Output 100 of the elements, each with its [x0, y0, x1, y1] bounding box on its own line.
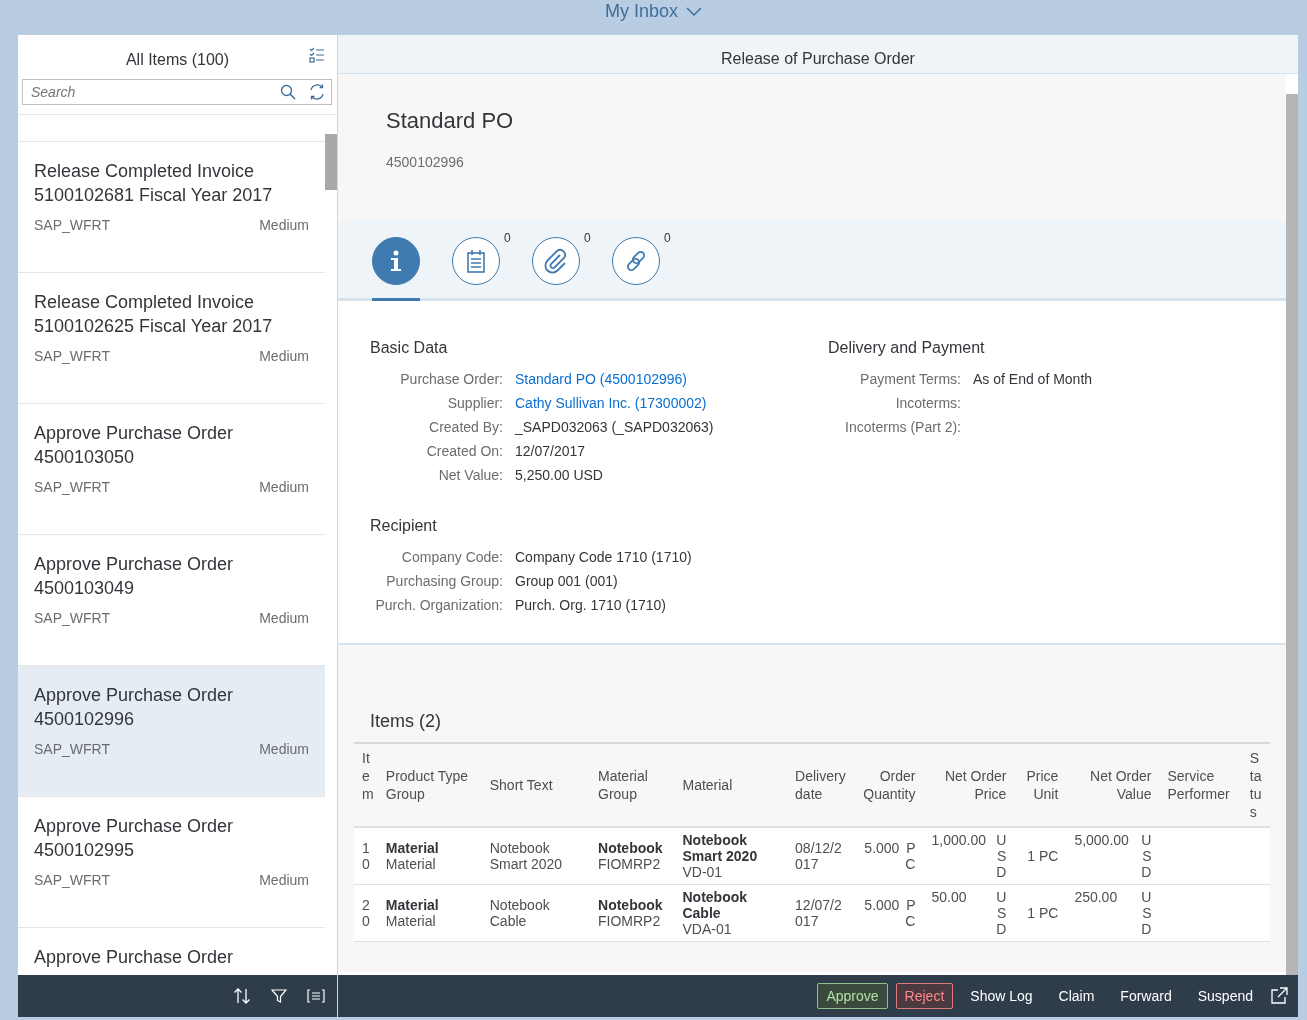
- cell-subtitle: VD-01: [682, 864, 724, 880]
- info-icon: [389, 250, 403, 272]
- cell-subtitle: VDA-01: [682, 921, 733, 937]
- scrollbar-thumb[interactable]: [325, 134, 337, 190]
- field-value: As of End of Month: [973, 371, 1093, 387]
- column-header: Delivery date: [787, 743, 857, 827]
- list-title: All Items (100): [125, 51, 230, 69]
- unit: PC: [904, 897, 916, 929]
- unit: PC: [904, 840, 916, 872]
- inbox-list-item[interactable]: Approve Purchase Order 4500102996 SAP_WFRT Medium: [18, 666, 325, 797]
- task-priority: Medium: [259, 479, 309, 495]
- task-creator: SAP_WFRT: [34, 741, 110, 757]
- search-icon[interactable]: [280, 84, 296, 100]
- action-button[interactable]: Forward: [1111, 983, 1181, 1009]
- inbox-list-item[interactable]: Approve Purchase Order 4500102995 SAP_WFRT Medium: [18, 797, 325, 928]
- action-button[interactable]: Approve: [817, 983, 888, 1009]
- field-label: Incoterms:: [894, 395, 961, 411]
- tab-count: 0: [584, 231, 591, 245]
- column-header: Status: [1248, 749, 1263, 822]
- task-title: Release Completed Invoice 5100102681 Fiscal Year 2017: [34, 160, 274, 207]
- field-value: Company Code 1710 (1710): [515, 549, 692, 565]
- task-title: Approve Purchase Order 4500103049: [34, 553, 235, 600]
- task-priority: Medium: [259, 610, 309, 626]
- multi-select-icon[interactable]: [309, 47, 325, 63]
- table-cell-text: 12/07/2017: [795, 897, 843, 929]
- scrollbar-track[interactable]: [1286, 94, 1298, 975]
- paperclip-icon: [543, 248, 569, 274]
- group-icon[interactable]: [307, 989, 325, 1003]
- table-cell: Notebook Smart 2020: [489, 840, 563, 872]
- amount: 5,000.00: [1074, 832, 1129, 850]
- table-cell-text: 08/12/2017: [795, 840, 843, 872]
- table-cell: 10: [362, 840, 370, 872]
- amount: 5.000: [864, 840, 900, 858]
- task-priority: Medium: [259, 348, 309, 364]
- task-creator: SAP_WFRT: [34, 217, 110, 233]
- field-label: Purchase Order:: [399, 371, 503, 387]
- column-header: Net Order Value: [1066, 743, 1160, 827]
- task-creator: SAP_WFRT: [34, 479, 110, 495]
- column-header: Service Performer: [1159, 743, 1242, 827]
- table-cell: 1 PC: [1027, 848, 1059, 864]
- cell-title: Notebook Cable: [682, 889, 749, 921]
- sort-icon[interactable]: [233, 987, 251, 1005]
- action-button[interactable]: Show Log: [961, 983, 1042, 1009]
- tab-count: 0: [664, 231, 671, 245]
- task-creator: SAP_WFRT: [34, 610, 110, 626]
- cell-title: Notebook: [598, 840, 664, 856]
- task-creator: SAP_WFRT: [34, 348, 110, 364]
- task-creator: SAP_WFRT: [34, 872, 110, 888]
- cell-title: Material: [385, 840, 440, 856]
- cell-subtitle: FIOMRP2: [598, 856, 662, 872]
- table-cell: 1 PC: [1027, 905, 1059, 921]
- cell-subtitle: FIOMRP2: [598, 913, 662, 929]
- column-header: Product Type Group: [377, 743, 482, 827]
- field-label: Payment Terms:: [859, 371, 961, 387]
- amount: 5.000: [864, 897, 900, 915]
- unit: USD: [995, 889, 1007, 937]
- field-label: Purch. Organization:: [374, 597, 503, 613]
- share-icon[interactable]: [1270, 987, 1288, 1005]
- cell-subtitle: Material: [385, 856, 437, 872]
- unit: USD: [1140, 889, 1152, 937]
- unit: USD: [995, 832, 1007, 880]
- task-title: Approve Purchase Order: [34, 946, 235, 969]
- field-link[interactable]: Cathy Sullivan Inc. (17300002): [515, 395, 707, 411]
- field-value: 12/07/2017: [515, 443, 586, 459]
- notepad-icon: [466, 249, 486, 273]
- field-label: Net Value:: [437, 467, 503, 483]
- action-button[interactable]: Claim: [1049, 983, 1104, 1009]
- column-header: Short Text: [481, 743, 590, 827]
- task-priority: Medium: [259, 741, 309, 757]
- refresh-icon[interactable]: [308, 83, 326, 101]
- field-link[interactable]: Standard PO (4500102996): [515, 371, 687, 387]
- object-title: Standard PO: [386, 108, 515, 134]
- inbox-list-item[interactable]: Approve Purchase Order 4500103050 SAP_WFRT Medium: [18, 404, 325, 535]
- field-label: Created On:: [425, 443, 503, 459]
- filter-icon[interactable]: [271, 988, 287, 1004]
- action-button[interactable]: Suspend: [1188, 983, 1262, 1009]
- field-label: Purchasing Group:: [385, 573, 503, 589]
- section-title: Basic Data: [370, 339, 449, 357]
- field-label: Supplier:: [446, 395, 503, 411]
- cell-subtitle: Material: [385, 913, 437, 929]
- action-button[interactable]: Reject: [895, 983, 954, 1009]
- table-title: Items (2): [369, 711, 442, 732]
- column-header: Net Order Price: [923, 743, 1015, 827]
- section-title: Recipient: [370, 517, 438, 535]
- object-number: 4500102996: [386, 154, 465, 170]
- page-title: Release of Purchase Order: [338, 35, 1298, 74]
- cell-title: Notebook: [598, 897, 664, 913]
- task-title: Release Completed Invoice 5100102625 Fiscal Year 2017: [34, 291, 274, 338]
- field-value: 5,250.00 USD: [515, 467, 603, 483]
- table-cell: 20: [362, 897, 370, 929]
- amount: 250.00: [1074, 889, 1118, 907]
- field-value: _SAPD032063 (_SAPD032063): [515, 419, 714, 435]
- search-field[interactable]: Search: [22, 79, 332, 105]
- task-title: Approve Purchase Order 4500102995: [34, 815, 235, 862]
- column-header: Material Group: [590, 743, 675, 827]
- chevron-down-icon: [686, 6, 702, 17]
- task-title: Approve Purchase Order 4500103050: [34, 422, 235, 469]
- amount: 50.00: [931, 889, 967, 907]
- inbox-list-item[interactable]: Release Completed Invoice 5100102625 Fiscal Year 2017 SAP_WFRT Medium: [18, 273, 325, 404]
- link-icon: [624, 249, 648, 273]
